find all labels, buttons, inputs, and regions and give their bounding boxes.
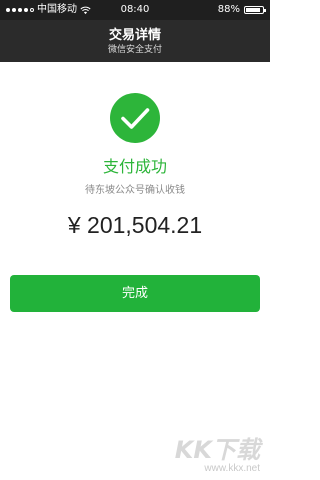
done-button[interactable]: 完成 [10, 275, 260, 312]
battery-fill [246, 8, 260, 12]
checkmark-icon [110, 93, 160, 143]
payment-status: 支付成功 [102, 157, 167, 176]
nav-bar: 交易详情 微信安全支付 [0, 20, 270, 62]
battery-percent: 88% [217, 4, 240, 15]
page-subtitle: 微信安全支付 [107, 45, 162, 55]
watermark: KK下载 www.kkx.net [160, 437, 260, 474]
merchant-note: 待东坡公众号确认收钱 [85, 185, 185, 196]
status-right: 88% [217, 0, 266, 20]
watermark-logo: KK下载 [174, 436, 260, 464]
battery-icon [244, 6, 266, 14]
page-title: 交易详情 [108, 28, 161, 43]
status-bar: 中国移动 08:40 88% [0, 0, 270, 20]
payment-amount: ¥ 201,504.21 [67, 212, 203, 238]
watermark-url: www.kkx.net [204, 463, 260, 474]
